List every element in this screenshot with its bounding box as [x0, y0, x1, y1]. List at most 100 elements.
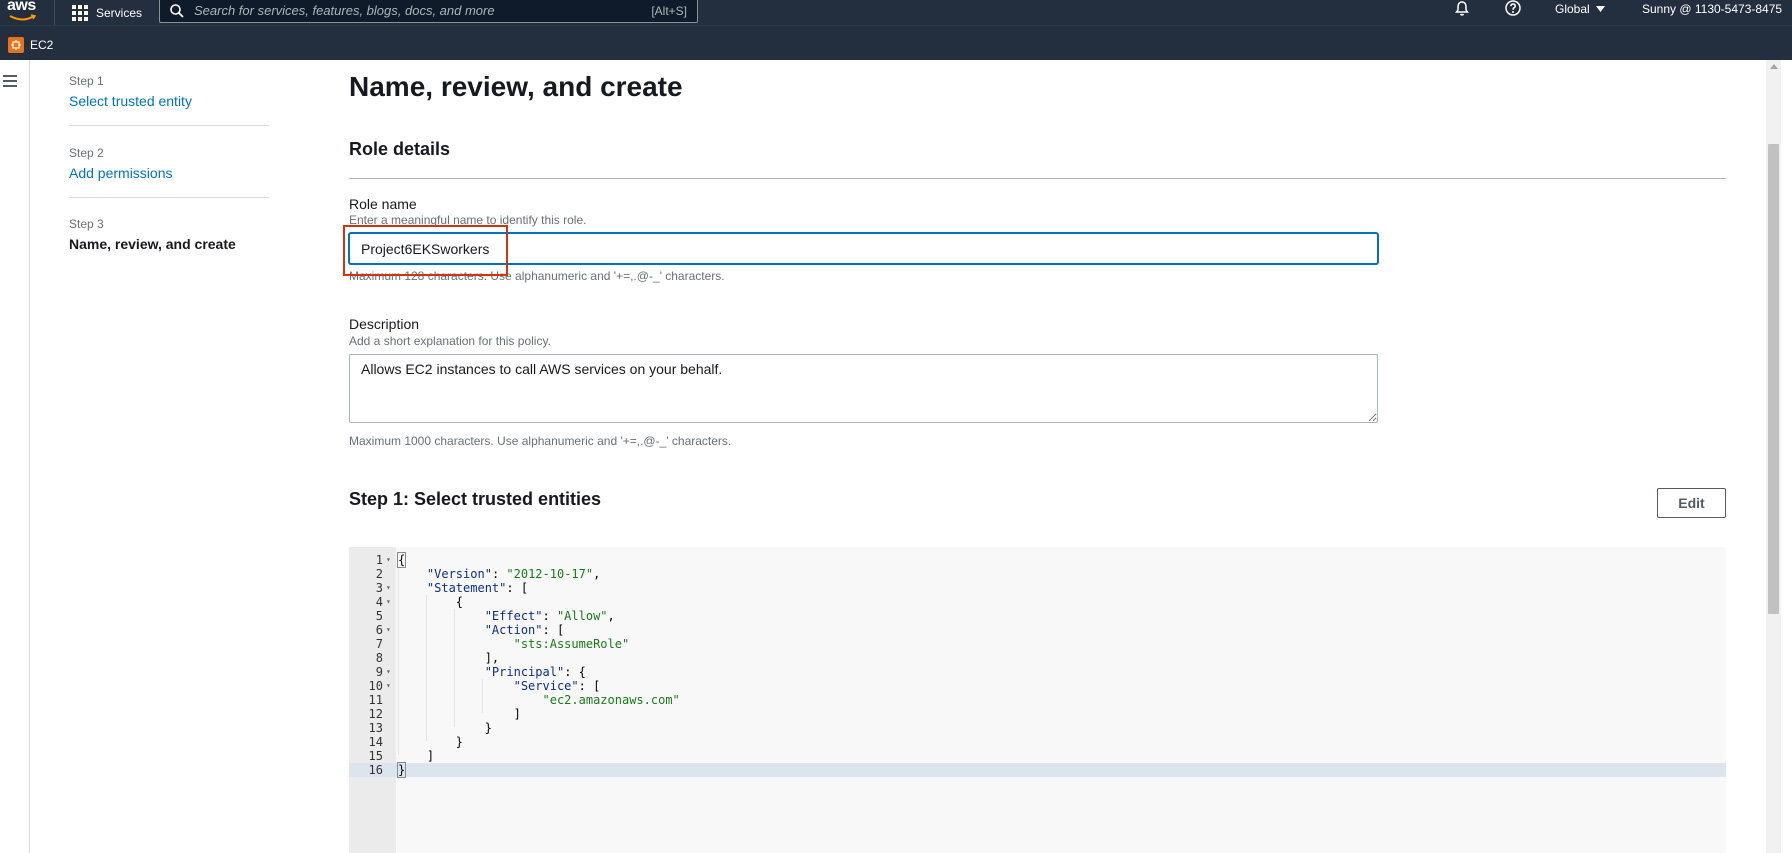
role-name-label: Role name	[349, 196, 417, 212]
page-scrollbar[interactable]	[1766, 60, 1781, 853]
code-line: 1 ▾ {	[349, 552, 1726, 568]
line-number: 14	[368, 735, 383, 749]
line-number: 10	[368, 679, 383, 693]
code-line: 3 ▾ "Statement": [	[349, 581, 1726, 595]
code-line: 9 ▾ "Principal": {	[349, 665, 1726, 679]
fold-toggle-icon[interactable]: ▾	[386, 679, 391, 693]
code-line: 14 }	[349, 735, 1726, 749]
ec2-service-link[interactable]: EC2	[30, 37, 53, 53]
description-label: Description	[349, 316, 420, 332]
fold-toggle-icon[interactable]: ▾	[386, 665, 391, 679]
code-text: "Effect": "Allow",	[484, 609, 615, 623]
side-navigation-rail	[0, 60, 30, 853]
description-textarea[interactable]: Allows EC2 instances to call AWS service…	[349, 354, 1378, 423]
role-name-input[interactable]	[349, 233, 1378, 264]
step-divider	[69, 125, 269, 126]
code-line: 5 "Effect": "Allow",	[349, 609, 1726, 623]
search-icon	[170, 3, 184, 18]
fold-toggle-icon[interactable]: ▾	[386, 595, 391, 609]
code-text: "Version": "2012-10-17",	[426, 567, 601, 581]
scroll-up-arrow-icon[interactable]	[1770, 64, 1778, 69]
code-line: 15 ]	[349, 749, 1726, 763]
code-text: }	[398, 721, 492, 735]
code-text: "Service": [	[513, 679, 601, 693]
global-search[interactable]: [Alt+S]	[159, 0, 698, 23]
code-line: 16}	[349, 762, 1726, 778]
account-menu[interactable]: Sunny @ 1130-5473-8475	[1642, 0, 1782, 18]
scrollbar-thumb[interactable]	[1768, 144, 1779, 614]
page-title: Name, review, and create	[349, 71, 683, 102]
services-menu-button[interactable]: Services	[72, 0, 142, 25]
line-number: 12	[368, 707, 383, 721]
role-name-description: Enter a meaningful name to identify this…	[349, 213, 587, 227]
search-input[interactable]	[194, 3, 652, 18]
fold-toggle-icon[interactable]: ▾	[386, 623, 391, 637]
fold-toggle-icon[interactable]: ▾	[386, 553, 391, 567]
code-text: "Principal": {	[484, 665, 586, 679]
code-text: "Action": [	[484, 623, 565, 637]
line-number: 7	[375, 637, 383, 651]
service-bar: EC2	[0, 25, 1792, 60]
code-line: 10 ▾ "Service": [	[349, 679, 1726, 693]
line-number: 16	[368, 763, 383, 777]
code-text: "Statement": [	[426, 581, 529, 595]
line-number: 9	[375, 665, 383, 679]
notifications-bell-icon[interactable]	[1453, 0, 1471, 18]
code-text: {	[396, 552, 407, 568]
region-label: Global	[1555, 2, 1590, 16]
account-label: Sunny @ 1130-5473-8475	[1642, 2, 1783, 16]
code-line: 11 "ec2.amazonaws.com"	[349, 693, 1726, 707]
role-name-constraint: Maximum 128 characters. Use alphanumeric…	[349, 269, 725, 283]
code-line: 2 "Version": "2012-10-17",	[349, 567, 1726, 581]
step-number: Step 1	[69, 74, 104, 88]
services-grid-icon	[72, 4, 88, 21]
search-shortcut-hint: [Alt+S]	[651, 3, 687, 18]
code-text: {	[398, 595, 464, 609]
code-line: 13 }	[349, 721, 1726, 735]
region-selector[interactable]: Global	[1555, 0, 1605, 18]
code-line: 7 "sts:AssumeRole"	[349, 637, 1726, 651]
trusted-entities-title: Step 1: Select trusted entities	[349, 489, 602, 509]
code-text: }	[396, 762, 407, 778]
code-line: 6 ▾ "Action": [	[349, 623, 1726, 637]
line-number: 6	[375, 623, 383, 637]
help-icon[interactable]	[1504, 0, 1522, 18]
code-text: "sts:AssumeRole"	[513, 637, 630, 651]
aws-logo[interactable]: aws	[7, 0, 43, 25]
step-link-select-trusted-entity[interactable]: Select trusted entity	[69, 92, 269, 110]
edit-trusted-entities-button[interactable]: Edit	[1657, 488, 1726, 518]
code-line: 12 ]	[349, 707, 1726, 721]
line-number: 3	[375, 581, 383, 595]
caret-down-icon	[1595, 6, 1605, 12]
code-line: 4 ▾ {	[349, 595, 1726, 609]
line-number: 5	[375, 609, 383, 623]
line-number: 1	[375, 553, 383, 567]
code-text: ]	[398, 749, 435, 763]
wizard-step-3: Step 3 Name, review, and create	[69, 217, 269, 253]
nav-divider	[54, 0, 55, 25]
aws-logo-text: aws	[7, 0, 36, 14]
wizard-step-1: Step 1 Select trusted entity	[69, 74, 269, 110]
code-text: "ec2.amazonaws.com"	[542, 693, 680, 707]
wizard-step-2: Step 2 Add permissions	[69, 146, 269, 182]
line-number: 15	[368, 749, 383, 763]
trust-policy-code-editor[interactable]: 1 ▾{2 "Version": "2012-10-17", 3 ▾ "Stateme…	[349, 547, 1726, 853]
step-current-label: Name, review, and create	[69, 236, 236, 252]
step-divider	[69, 197, 269, 198]
code-text: ]	[398, 707, 521, 721]
line-number: 2	[375, 567, 383, 581]
code-line: 8 ],	[349, 651, 1726, 665]
ec2-service-icon[interactable]	[8, 37, 24, 53]
step-number: Step 3	[69, 217, 104, 231]
description-constraint: Maximum 1000 characters. Use alphanumeri…	[349, 434, 732, 448]
section-title-role-details: Role details	[349, 139, 451, 159]
step-link-add-permissions[interactable]: Add permissions	[69, 164, 269, 182]
step-number: Step 2	[69, 146, 104, 160]
line-number: 4	[375, 595, 383, 609]
code-text: }	[398, 735, 464, 749]
fold-toggle-icon[interactable]: ▾	[386, 581, 391, 595]
aws-smile-icon	[9, 14, 37, 21]
line-number: 11	[368, 693, 383, 707]
hamburger-menu-icon[interactable]	[3, 75, 17, 87]
section-divider	[349, 178, 1726, 179]
